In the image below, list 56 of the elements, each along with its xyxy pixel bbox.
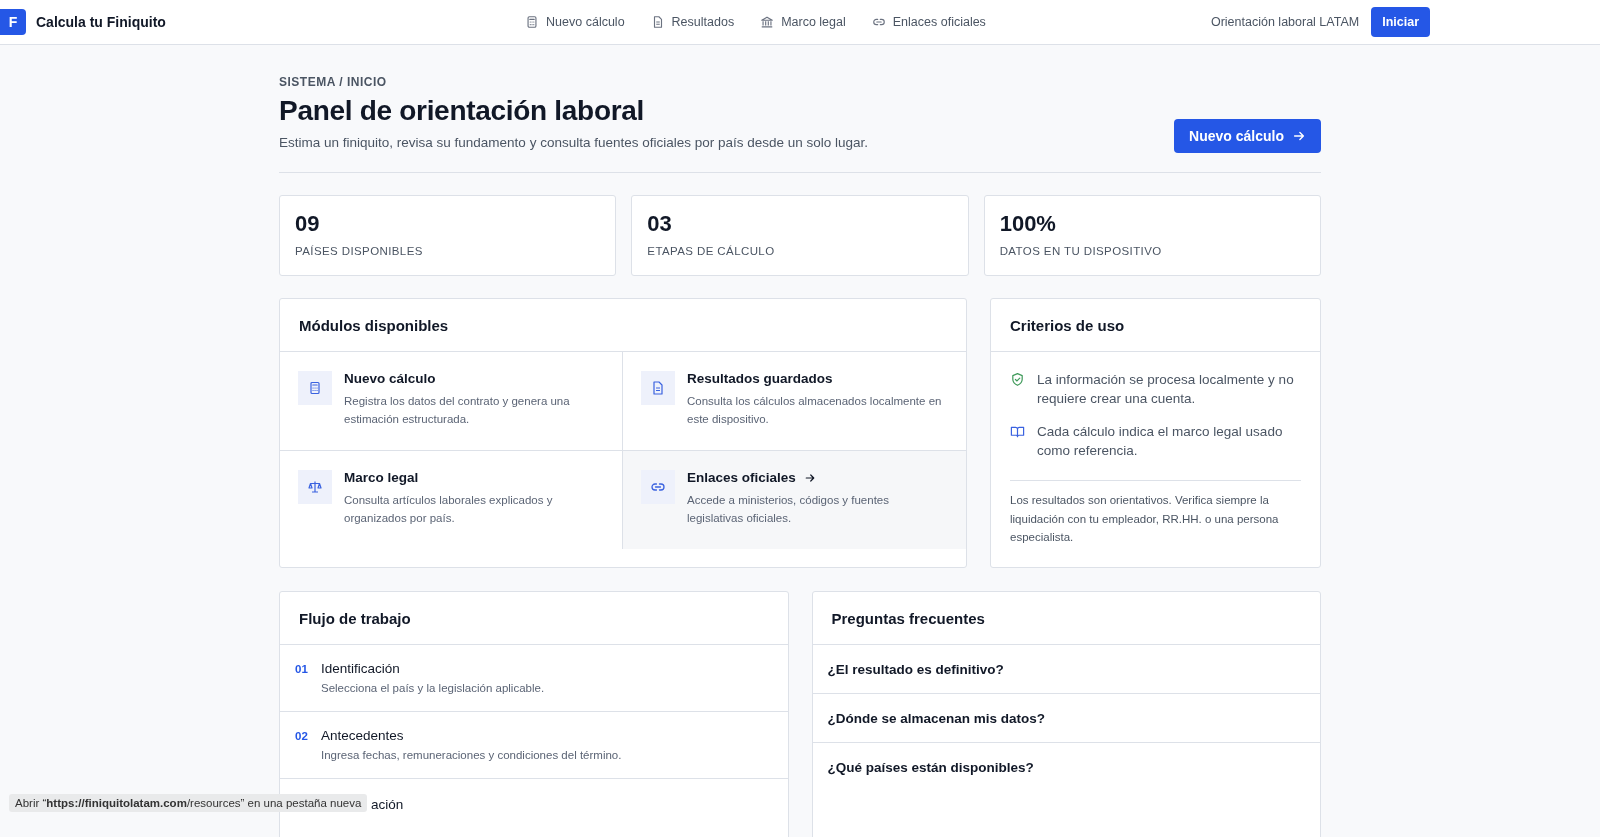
module-title: Nuevo cálculo: [344, 371, 436, 386]
book-icon: [1010, 424, 1025, 439]
document-icon: [650, 380, 666, 396]
module-item[interactable]: Marco legal Consulta artículos laborales explicados y organizados por país.: [280, 451, 623, 549]
module-title: Resultados guardados: [687, 371, 833, 386]
module-item[interactable]: Enlaces oficiales Accede a ministerios, códigos y fuentes legislativas oficiales.: [623, 451, 966, 549]
step-description: Ingresa fechas, remuneraciones y condiciones del término.: [321, 749, 622, 761]
stat-value: 100%: [999, 211, 1057, 237]
module-title: Marco legal: [344, 470, 419, 485]
breadcrumb: SISTEMA / INICIO: [279, 75, 388, 89]
module-description: Consulta artículos laborales explicados y organizados por país.: [344, 493, 554, 526]
shield-check-icon: [1010, 372, 1025, 387]
nav-link[interactable]: Resultados: [650, 15, 735, 29]
criteria-text: La información se procesa localmente y no requiere crear una cuenta.: [1037, 371, 1295, 408]
scale-icon: [307, 479, 323, 495]
calculator-icon: [525, 15, 540, 29]
module-item[interactable]: Nuevo cálculo Registra los datos del contrato y genera una estimación estructurada.: [280, 352, 623, 451]
logo[interactable]: F: [0, 9, 26, 35]
page-title: Panel de orientación laboral: [279, 95, 646, 127]
start-button[interactable]: Iniciar: [1371, 7, 1430, 37]
app-name: Calcula tu Finiquito: [36, 14, 166, 30]
stat-label: ETAPAS DE CÁLCULO: [647, 245, 776, 257]
module-title: Enlaces oficiales: [687, 470, 796, 485]
module-description: Consulta los cálculos almacenados localmente en este dispositivo.: [687, 394, 943, 427]
page-subtitle: Estima un finiquito, revisa su fundamento y consulta fuentes oficiales por país desde un solo lugar.: [279, 135, 869, 150]
stat-value: 03: [647, 211, 673, 237]
step-title: ación: [371, 797, 404, 812]
faq-question[interactable]: ¿Qué países están disponibles?: [812, 743, 1320, 791]
card-title: Criterios de uso: [1010, 316, 1125, 334]
step-number: 01: [295, 663, 307, 677]
step-title: Identificación: [321, 661, 401, 676]
module-description: Registra los datos del contrato y genera una estimación estructurada.: [344, 394, 571, 427]
card-title: Preguntas frecuentes: [831, 609, 985, 627]
nav-link[interactable]: Enlaces oficiales: [871, 15, 986, 29]
module-description: Accede a ministerios, códigos y fuentes legislativas oficiales.: [687, 493, 890, 526]
step-title: Antecedentes: [321, 728, 405, 743]
step-number: 02: [295, 730, 307, 744]
stat-label: PAÍSES DISPONIBLES: [295, 245, 424, 257]
faq-question[interactable]: ¿El resultado es definitivo?: [812, 645, 1320, 694]
region-label: Orientación laboral LATAM: [1210, 15, 1360, 29]
nav-link[interactable]: Marco legal: [760, 15, 846, 29]
arrow-right-icon: [1292, 129, 1306, 143]
bank-icon: [760, 15, 775, 29]
stat-value: 09: [295, 211, 321, 237]
faq-question[interactable]: ¿Dónde se almacenan mis datos?: [812, 694, 1320, 743]
nav-link[interactable]: Nuevo cálculo: [525, 15, 625, 29]
card-title: Flujo de trabajo: [299, 609, 411, 627]
step-description: Selecciona el país y la legislación aplicable.: [321, 682, 545, 694]
link-status-tooltip: Abrir “https://finiquitolatam.com/resources” en una pestaña nueva: [9, 794, 368, 812]
new-calculation-button[interactable]: Nuevo cálculo: [1174, 119, 1321, 153]
card-title: Módulos disponibles: [299, 316, 449, 334]
calculator-icon: [307, 380, 323, 396]
criteria-text: Cada cálculo indica el marco legal usado como referencia.: [1037, 423, 1284, 460]
arrow-right-icon: [803, 471, 816, 484]
disclaimer-text: Los resultados son orientativos. Verifica siempre la liquidación con tu empleador, RR.HH. o una persona especialista.: [1010, 493, 1280, 545]
stat-label: DATOS EN TU DISPOSITIVO: [999, 245, 1163, 257]
